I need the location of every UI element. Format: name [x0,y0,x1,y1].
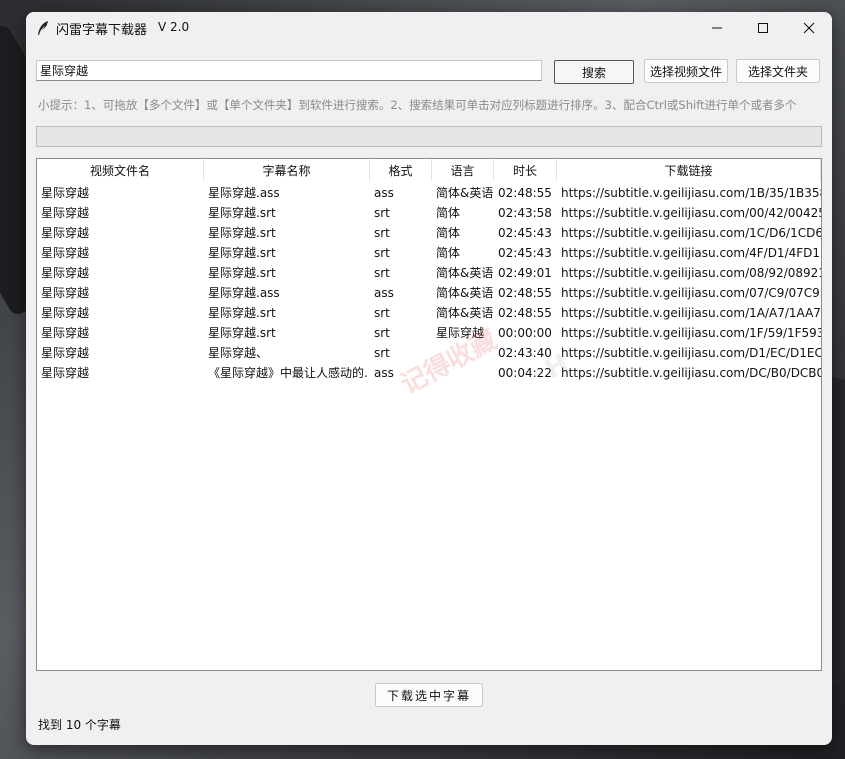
column-header-format[interactable]: 格式 [370,159,432,181]
minimize-icon [712,27,722,29]
column-header-language[interactable]: 语言 [432,159,494,181]
cell-subtitle-name: 星际穿越.srt [208,206,276,220]
cell-format: srt [374,306,390,320]
cell-language: 简体&英语 [436,286,494,300]
table-row[interactable]: 星际穿越 星际穿越.ass ass 简体&英语 02:48:55 https://subt… [37,283,821,303]
cell-format: srt [374,346,390,360]
cell-format: srt [374,206,390,220]
table-row[interactable]: 星际穿越 星际穿越.srt srt 星际穿越 00:00:00 https://subti… [37,323,821,343]
table-row[interactable]: 星际穿越 星际穿越.srt srt 简体&英语 02:49:01 https://subt… [37,263,821,283]
cell-download-link: https://subtitle.v.geilijiasu.com/1C/D6/… [561,226,821,240]
column-header-download-link[interactable]: 下载链接 [557,159,821,181]
cell-language: 简体&英语 [436,186,494,200]
maximize-icon [758,23,768,33]
cell-video-filename: 星际穿越 [41,326,90,340]
table-row[interactable]: 星际穿越 星际穿越.srt srt 简体 02:43:58 https://subtitl… [37,203,821,223]
minimize-button[interactable] [694,12,740,44]
cell-subtitle-name: 星际穿越.ass [208,286,280,300]
cell-duration: 02:48:55 [498,306,552,320]
cell-duration: 02:45:43 [498,246,552,260]
progress-bar [36,126,822,147]
cell-video-filename: 星际穿越 [41,366,90,380]
cell-language: 简体 [436,206,461,220]
close-icon [803,22,815,34]
cell-format: srt [374,226,390,240]
cell-format: ass [374,366,394,380]
cell-duration: 02:43:40 [498,346,552,360]
cell-video-filename: 星际穿越 [41,226,90,240]
app-version: V 2.0 [158,20,190,34]
table-body: 星际穿越 星际穿越.ass ass 简体&英语 02:48:55 https://subt… [37,183,821,383]
table-row[interactable]: 星际穿越 星际穿越.ass ass 简体&英语 02:48:55 https://subt… [37,183,821,203]
cell-language: 星际穿越 [436,326,485,340]
cell-video-filename: 星际穿越 [41,346,90,360]
table-row[interactable]: 星际穿越 星际穿越.srt srt 简体 02:45:43 https://subtitl… [37,243,821,263]
cell-format: ass [374,286,394,300]
cell-duration: 00:04:22 [498,366,552,380]
status-text: 找到 10 个字幕 [38,718,121,732]
cell-download-link: https://subtitle.v.geilijiasu.com/DC/B0/… [561,366,821,380]
cell-language: 简体 [436,246,461,260]
cell-subtitle-name: 星际穿越、 [208,346,269,360]
subtitle-results-table[interactable]: 视频文件名 字幕名称 格式 语言 时长 下载链接 星际穿越 星际穿越.ass ass… [36,158,822,671]
cell-language: 简体&英语 [436,266,494,280]
download-selected-button[interactable]: 下载选中字幕 [375,683,483,707]
cell-duration: 00:00:00 [498,326,552,340]
table-row[interactable]: 星际穿越 《星际穿越》中最让人感动的. ass 00:04:22 https://sub… [37,363,821,383]
cell-subtitle-name: 星际穿越.srt [208,266,276,280]
cell-duration: 02:45:43 [498,226,552,240]
column-header-subtitle-name[interactable]: 字幕名称 [204,159,370,181]
cell-download-link: https://subtitle.v.geilijiasu.com/08/92/… [561,266,821,280]
cell-duration: 02:43:58 [498,206,552,220]
column-header-video-filename[interactable]: 视频文件名 [37,159,204,181]
cell-video-filename: 星际穿越 [41,186,90,200]
cell-subtitle-name: 星际穿越.srt [208,246,276,260]
cell-language [432,363,494,383]
cell-download-link: https://subtitle.v.geilijiasu.com/1A/A7/… [561,306,821,320]
maximize-button[interactable] [740,12,786,44]
table-row[interactable]: 星际穿越 星际穿越.srt srt 简体&英语 02:48:55 https://subt… [37,303,821,323]
cell-format: srt [374,326,390,340]
tip-text: 小提示：1、可拖放【多个文件】或【单个文件夹】到软件进行搜索。2、搜索结果可单击… [38,98,797,112]
cell-download-link: https://subtitle.v.geilijiasu.com/07/C9/… [561,286,821,300]
cell-subtitle-name: 《星际穿越》中最让人感动的. [208,366,368,380]
table-header: 视频文件名 字幕名称 格式 语言 时长 下载链接 [37,159,821,181]
search-input[interactable] [36,60,542,81]
cell-video-filename: 星际穿越 [41,286,90,300]
table-row[interactable]: 星际穿越 星际穿越.srt srt 简体 02:45:43 https://subtitl… [37,223,821,243]
cell-duration: 02:49:01 [498,266,552,280]
cell-subtitle-name: 星际穿越.ass [208,186,280,200]
cell-duration: 02:48:55 [498,186,552,200]
cell-video-filename: 星际穿越 [41,246,90,260]
column-header-duration[interactable]: 时长 [494,159,557,181]
window-title: 闪雷字幕下载器 [56,23,148,38]
cell-format: srt [374,246,390,260]
feather-icon [36,20,50,36]
cell-format: ass [374,186,394,200]
cell-language: 简体&英语 [436,306,494,320]
title-bar[interactable]: 闪雷字幕下载器 V 2.0 [26,12,832,44]
cell-subtitle-name: 星际穿越.srt [208,306,276,320]
cell-duration: 02:48:55 [498,286,552,300]
select-folder-button[interactable]: 选择文件夹 [736,59,820,83]
cell-download-link: https://subtitle.v.geilijiasu.com/00/42/… [561,206,821,220]
cell-download-link: https://subtitle.v.geilijiasu.com/4F/D1/… [561,246,821,260]
cell-video-filename: 星际穿越 [41,306,90,320]
cell-language: 简体 [436,226,461,240]
cell-download-link: https://subtitle.v.geilijiasu.com/1B/35/… [561,186,821,200]
cell-language [432,343,494,363]
cell-subtitle-name: 星际穿越.srt [208,326,276,340]
cell-subtitle-name: 星际穿越.srt [208,226,276,240]
cell-video-filename: 星际穿越 [41,206,90,220]
table-row[interactable]: 星际穿越 星际穿越、 srt 02:43:40 https://subtitle.v.g… [37,343,821,363]
cell-download-link: https://subtitle.v.geilijiasu.com/1F/59/… [561,326,821,340]
select-video-file-button[interactable]: 选择视频文件 [644,59,728,83]
cell-format: srt [374,266,390,280]
app-window: 闪雷字幕下载器 V 2.0 搜索 选择视频文件 选择文件夹 小提示：1、可拖放【… [26,12,832,745]
cell-video-filename: 星际穿越 [41,266,90,280]
close-button[interactable] [786,12,832,44]
search-button[interactable]: 搜索 [554,60,634,84]
cell-download-link: https://subtitle.v.geilijiasu.com/D1/EC/… [561,346,821,360]
